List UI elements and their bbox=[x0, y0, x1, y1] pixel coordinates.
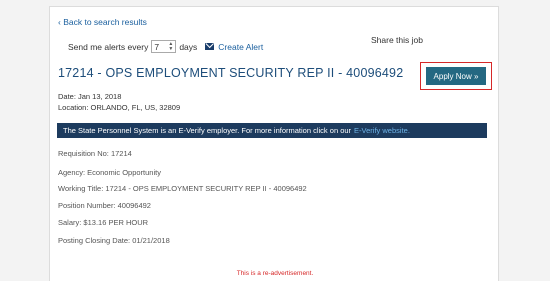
posting-closing-date: Posting Closing Date: 01/21/2018 bbox=[58, 236, 170, 245]
alert-prefix: Send me alerts every bbox=[68, 41, 149, 52]
job-alert-row: Send me alerts every 7 ▲ ▼ days Create Al… bbox=[68, 40, 263, 53]
salary: Salary: $13.16 PER HOUR bbox=[58, 218, 149, 227]
back-to-results-link[interactable]: ‹ Back to search results bbox=[58, 17, 147, 27]
everify-banner-text: The State Personnel System is an E-Verif… bbox=[63, 126, 352, 135]
envelope-icon bbox=[205, 43, 215, 50]
frequency-spinner-icon[interactable]: ▲ ▼ bbox=[168, 41, 173, 52]
apply-now-button[interactable]: Apply Now » bbox=[426, 67, 486, 85]
alert-frequency-value: 7 bbox=[154, 41, 160, 52]
job-location: Location: ORLANDO, FL, US, 32809 bbox=[58, 103, 181, 112]
agency: Agency: Economic Opportunity bbox=[58, 168, 161, 177]
everify-website-link[interactable]: E-Verify website. bbox=[354, 126, 410, 135]
alert-frequency-input[interactable]: 7 ▲ ▼ bbox=[151, 40, 177, 53]
job-title: 17214 - OPS EMPLOYMENT SECURITY REP II -… bbox=[58, 66, 404, 80]
job-date: Date: Jan 13, 2018 bbox=[58, 92, 122, 101]
create-alert-link[interactable]: Create Alert bbox=[218, 42, 263, 52]
back-link-label: Back to search results bbox=[63, 17, 147, 27]
share-this-job-label: Share this job bbox=[371, 35, 423, 45]
alert-suffix: days bbox=[179, 41, 198, 52]
position-number: Position Number: 40096492 bbox=[58, 201, 151, 210]
everify-banner: The State Personnel System is an E-Verif… bbox=[57, 123, 487, 138]
requisition-number: Requisition No: 17214 bbox=[58, 149, 132, 158]
readvertisement-notice: This is a re-advertisement. bbox=[236, 270, 314, 277]
working-title: Working Title: 17214 - OPS EMPLOYMENT SE… bbox=[58, 184, 307, 193]
